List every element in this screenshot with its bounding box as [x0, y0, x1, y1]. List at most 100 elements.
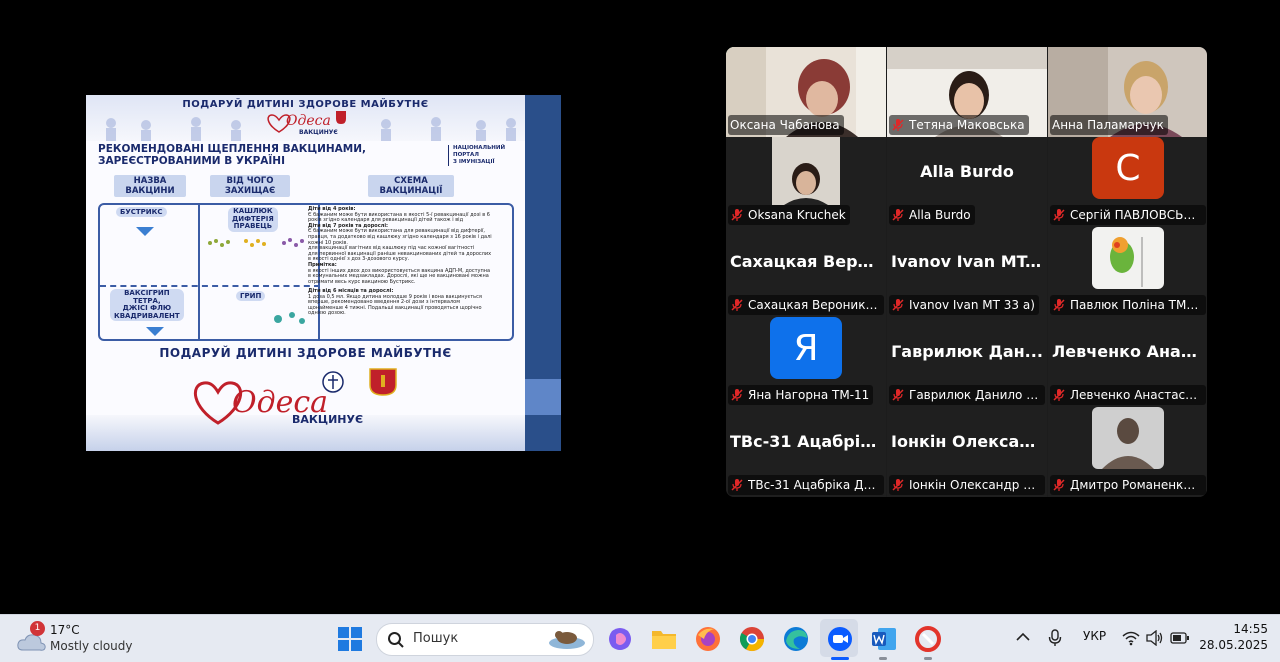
participant-name-label: Ivanov Ivan MT 33 a) — [889, 295, 1039, 315]
participant-gallery: Оксана Чабанова Тетяна Маковська Анна Пала… — [726, 47, 1207, 497]
participant-name: Павлюк Поліна ТМ-25 — [1070, 298, 1202, 312]
participant-tile[interactable]: Дмитро Романенко Г... — [1048, 407, 1207, 497]
copilot-icon[interactable] — [606, 625, 634, 653]
muted-mic-icon — [731, 209, 743, 221]
slide-side-bar — [525, 95, 561, 451]
chevron-up-icon[interactable] — [1016, 632, 1030, 642]
taskbar-search-box[interactable]: Пошук — [376, 623, 594, 656]
participant-name: Гаврилюк Данило ТМ... — [909, 388, 1041, 402]
weather-notification-badge: 1 — [30, 621, 45, 636]
zoom-active-indicator — [831, 657, 849, 660]
participant-tile[interactable]: Сахацкая Веро... Сахацкая Вероника Т... — [726, 227, 886, 317]
participant-name-label: Анна Паламарчук — [1050, 115, 1168, 135]
participant-tile[interactable]: Ivanov Ivan MT... Ivanov Ivan MT 33 a) — [887, 227, 1047, 317]
participant-tile[interactable]: ТВс-31 Ацабрік... ТВс-31 Ацабріка Дми... — [726, 407, 886, 497]
participant-name: Тетяна Маковська — [909, 118, 1025, 132]
taskbar-clock[interactable]: 14:55 28.05.2025 — [1198, 621, 1268, 653]
man-photo — [1092, 407, 1164, 469]
windows-taskbar: 1 17°C Mostly cloudy Пошук УКР 14:55 28.… — [0, 614, 1280, 662]
windows-start-icon[interactable] — [337, 626, 365, 654]
participant-name: Oksana Kruchek — [748, 208, 846, 222]
vaccination-poster: ПОДАРУЙ ДИТИНІ ЗДОРОВЕ МАЙБУТНЄ Одеса ВА… — [86, 95, 525, 451]
participant-avatar: Я — [770, 317, 842, 379]
weather-description: Mostly cloudy — [50, 639, 133, 653]
volume-icon[interactable] — [1146, 630, 1164, 646]
participant-tile[interactable]: Oksana Kruchek — [726, 137, 886, 227]
participant-tile[interactable]: Тетяна Маковська — [887, 47, 1047, 137]
participant-name: Яна Нагорна ТМ-11 — [748, 388, 870, 402]
immunization-portal-label: НАЦІОНАЛЬНИЙ ПОРТАЛ З ІМУНІЗАЦІЇ — [448, 145, 513, 166]
participant-avatar: C — [1092, 137, 1164, 199]
participant-name-label: Alla Burdo — [889, 205, 975, 225]
participant-display-name: Левченко Анас... — [1052, 342, 1207, 361]
bacteria-icon — [208, 238, 304, 247]
participant-name-label: Сергій ПАВЛОВСЬКИЙ — [1050, 205, 1206, 225]
poster-bottom-logo-sub: ВАКЦИНУЄ — [292, 413, 364, 426]
participant-name-label: Oksana Kruchek — [728, 205, 850, 225]
search-icon — [388, 632, 404, 648]
keyboard-language[interactable]: УКР — [1083, 629, 1106, 643]
participant-tile[interactable]: Гаврилюк Дан... Гаврилюк Данило ТМ... — [887, 317, 1047, 407]
health-department-logo-icon — [322, 371, 344, 393]
participant-name-label: Павлюк Поліна ТМ-25 — [1050, 295, 1206, 315]
participant-name: Ivanov Ivan MT 33 a) — [909, 298, 1035, 312]
virus-icon — [274, 312, 305, 324]
chrome-icon[interactable] — [738, 625, 766, 653]
participant-name: Левченко Анастасия ... — [1070, 388, 1202, 402]
column-header-scheme: СХЕМА ВАКЦИНАЦІЇ — [368, 175, 454, 197]
syringe-icon-2 — [146, 327, 164, 336]
participant-name: Сахацкая Вероника Т... — [748, 298, 880, 312]
participant-name: Alla Burdo — [909, 208, 971, 222]
participant-name: Сергій ПАВЛОВСЬКИЙ — [1070, 208, 1202, 222]
scheme-boostrix-text: Діти від 4 років: Є бажаним може бути ви… — [308, 206, 492, 285]
participant-tile[interactable]: Левченко Анас... Левченко Анастасия ... — [1048, 317, 1207, 407]
participant-name: Дмитро Романенко Г... — [1070, 478, 1202, 492]
participant-tile[interactable]: Анна Паламарчук — [1048, 47, 1207, 137]
vaccine-boostrix: БУСТРИКС — [116, 207, 167, 217]
column-header-vaccine-name: НАЗВА ВАКЦИНИ — [114, 175, 186, 197]
participant-name-label: Дмитро Романенко Г... — [1050, 475, 1206, 495]
muted-mic-icon — [892, 119, 904, 131]
participant-name: ТВс-31 Ацабріка Дми... — [748, 478, 880, 492]
participant-name-label: Гаврилюк Данило ТМ... — [889, 385, 1045, 405]
disease-flu: ГРИП — [236, 291, 266, 301]
participant-name-label: Іонкін Олександр ТМ ... — [889, 475, 1045, 495]
odesa-coat-of-arms-large-icon — [369, 368, 397, 396]
ccleaner-icon[interactable] — [914, 625, 942, 653]
muted-mic-icon — [731, 299, 743, 311]
participant-tile[interactable]: Alla Burdo Alla Burdo — [887, 137, 1047, 227]
vaccine-vaxigrip-jisi-flu: ВАКСІГРИП ТЕТРА, ДЖІСІ ФЛЮ КВАДРИВАЛЕНТ — [110, 289, 184, 321]
participant-tile[interactable]: Іонкін Олексан... Іонкін Олександр ТМ ... — [887, 407, 1047, 497]
participant-name-label: Яна Нагорна ТМ-11 — [728, 385, 874, 405]
participant-tile[interactable]: Я Яна Нагорна ТМ-11 — [726, 317, 886, 407]
muted-mic-icon — [731, 479, 743, 491]
weather-temperature: 17°C — [50, 623, 80, 637]
muted-mic-icon — [892, 209, 904, 221]
participant-tile[interactable]: Павлюк Поліна ТМ-25 — [1048, 227, 1207, 317]
word-icon[interactable] — [870, 625, 898, 653]
microphone-icon[interactable] — [1048, 629, 1062, 647]
scheme-flu-text: Діти від 6 місяців та дорослі: 1 доза 0,… — [308, 288, 482, 317]
participant-name: Іонкін Олександр ТМ ... — [909, 478, 1041, 492]
muted-mic-icon — [1053, 209, 1065, 221]
odesa-coat-of-arms-icon — [336, 111, 346, 124]
firefox-icon[interactable] — [694, 625, 722, 653]
disease-pertussis-diphtheria-tetanus: КАШЛЮК ДИФТЕРІЯ ПРАВЕЦЬ — [228, 207, 278, 232]
participant-display-name: Alla Burdo — [920, 162, 1014, 181]
shared-screen: ПОДАРУЙ ДИТИНІ ЗДОРОВЕ МАЙБУТНЄ Одеса ВА… — [6, 95, 640, 451]
search-placeholder: Пошук — [413, 631, 459, 646]
file-explorer-icon[interactable] — [650, 625, 678, 653]
battery-icon[interactable] — [1170, 632, 1190, 644]
participant-tile[interactable]: C Сергій ПАВЛОВСЬКИЙ — [1048, 137, 1207, 227]
wifi-icon[interactable] — [1122, 630, 1140, 646]
weather-widget[interactable]: 1 17°C Mostly cloudy — [14, 621, 154, 657]
edge-icon[interactable] — [782, 625, 810, 653]
zoom-icon[interactable] — [826, 625, 854, 653]
syringe-icon — [136, 227, 154, 236]
participant-display-name: Ivanov Ivan MT... — [891, 252, 1044, 271]
poster-subtitle: РЕКОМЕНДОВАНІ ЩЕПЛЕННЯ ВАКЦИНАМИ, ЗАРЕЄС… — [98, 143, 367, 167]
participant-tile[interactable]: Оксана Чабанова — [726, 47, 886, 137]
muted-mic-icon — [1053, 299, 1065, 311]
participant-display-name: Сахацкая Веро... — [730, 252, 886, 271]
muted-mic-icon — [892, 389, 904, 401]
